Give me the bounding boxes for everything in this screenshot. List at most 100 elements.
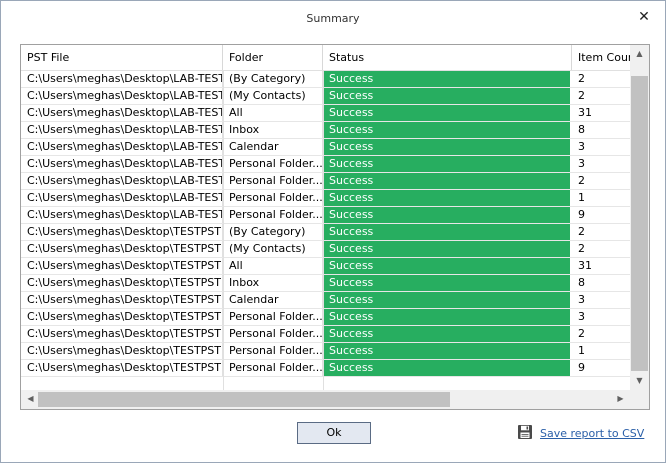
- folder-cell: Calendar: [223, 292, 323, 308]
- table-row[interactable]: C:\Users\meghas\Desktop\LAB-TEST.... Pers…: [21, 156, 630, 173]
- item-count-cell: 9: [578, 361, 585, 374]
- item-count-cell: 31: [578, 106, 592, 119]
- status-cell: Success: [323, 207, 571, 223]
- pst-file-cell: C:\Users\meghas\Desktop\LAB-TEST....: [21, 122, 223, 138]
- item-count-cell: 31: [578, 259, 592, 272]
- table-row[interactable]: C:\Users\meghas\Desktop\TESTPST .... (By …: [21, 224, 630, 241]
- status-cell: Success: [323, 139, 571, 155]
- table-row[interactable]: C:\Users\meghas\Desktop\TESTPST .... (My …: [21, 241, 630, 258]
- item-count-cell: 1: [578, 344, 585, 357]
- status-cell: Success: [323, 360, 571, 376]
- table-row[interactable]: C:\Users\meghas\Desktop\TESTPST .... Pers…: [21, 343, 630, 360]
- pst-file-cell: C:\Users\meghas\Desktop\LAB-TEST....: [21, 173, 223, 189]
- item-count-cell: 2: [578, 72, 585, 85]
- horizontal-scroll-thumb[interactable]: [38, 392, 450, 407]
- status-cell: Success: [323, 156, 571, 172]
- pst-file-cell: C:\Users\meghas\Desktop\TESTPST ....: [21, 275, 223, 291]
- pst-file-cell: C:\Users\meghas\Desktop\TESTPST ....: [21, 241, 223, 257]
- ok-button[interactable]: Ok: [297, 422, 371, 444]
- table-row[interactable]: C:\Users\meghas\Desktop\TESTPST .... Pers…: [21, 309, 630, 326]
- folder-cell: (By Category): [223, 71, 323, 87]
- save-report-link[interactable]: Save report to CSV: [517, 424, 644, 442]
- folder-cell: Personal Folder....: [223, 190, 323, 206]
- pst-file-cell: C:\Users\meghas\Desktop\LAB-TEST....: [21, 88, 223, 104]
- table-row[interactable]: C:\Users\meghas\Desktop\LAB-TEST.... Pers…: [21, 173, 630, 190]
- pst-file-cell: C:\Users\meghas\Desktop\TESTPST ....: [21, 292, 223, 308]
- pst-file-cell: C:\Users\meghas\Desktop\TESTPST ....: [21, 309, 223, 325]
- close-icon[interactable]: ✕: [637, 10, 651, 24]
- column-header-item-count[interactable]: Item Count: [572, 45, 632, 70]
- column-header-status[interactable]: Status: [323, 45, 572, 70]
- table-row[interactable]: C:\Users\meghas\Desktop\TESTPST .... Inbo…: [21, 275, 630, 292]
- item-count-cell: 2: [578, 174, 585, 187]
- table-row[interactable]: C:\Users\meghas\Desktop\LAB-TEST.... (My …: [21, 88, 630, 105]
- table-row[interactable]: C:\Users\meghas\Desktop\TESTPST .... Pers…: [21, 360, 630, 377]
- item-count-cell: 2: [578, 327, 585, 340]
- folder-cell: Calendar: [223, 139, 323, 155]
- item-count-cell: 3: [578, 140, 585, 153]
- scrollbar-corner: [630, 390, 649, 409]
- folder-cell: Inbox: [223, 275, 323, 291]
- folder-cell: Personal Folder....: [223, 360, 323, 376]
- table-row[interactable]: C:\Users\meghas\Desktop\LAB-TEST.... (By …: [21, 71, 630, 88]
- table-row[interactable]: C:\Users\meghas\Desktop\LAB-TEST.... All S…: [21, 105, 630, 122]
- item-count-cell: 9: [578, 208, 585, 221]
- column-divider: [223, 71, 224, 393]
- item-count-cell: 8: [578, 123, 585, 136]
- folder-cell: Personal Folder....: [223, 343, 323, 359]
- table-row[interactable]: C:\Users\meghas\Desktop\TESTPST .... All S…: [21, 258, 630, 275]
- vertical-scroll-thumb[interactable]: [631, 76, 648, 371]
- status-cell: Success: [323, 71, 571, 87]
- table-row[interactable]: C:\Users\meghas\Desktop\LAB-TEST.... Inbo…: [21, 122, 630, 139]
- folder-cell: Inbox: [223, 122, 323, 138]
- status-cell: Success: [323, 122, 571, 138]
- table-header: PST File Folder Status Item Count: [21, 45, 632, 71]
- pst-file-cell: C:\Users\meghas\Desktop\LAB-TEST....: [21, 105, 223, 121]
- column-header-folder[interactable]: Folder: [223, 45, 323, 70]
- status-cell: Success: [323, 258, 571, 274]
- pst-file-cell: C:\Users\meghas\Desktop\LAB-TEST....: [21, 71, 223, 87]
- status-cell: Success: [323, 173, 571, 189]
- pst-file-cell: C:\Users\meghas\Desktop\TESTPST ....: [21, 360, 223, 376]
- scroll-up-icon[interactable]: ▲: [630, 49, 649, 58]
- item-count-cell: 8: [578, 276, 585, 289]
- status-cell: Success: [323, 275, 571, 291]
- table-row[interactable]: C:\Users\meghas\Desktop\LAB-TEST.... Cale…: [21, 139, 630, 156]
- status-cell: Success: [323, 190, 571, 206]
- status-cell: Success: [323, 309, 571, 325]
- horizontal-scrollbar[interactable]: ◀ ▶: [21, 390, 630, 409]
- status-cell: Success: [323, 241, 571, 257]
- column-divider: [323, 71, 324, 393]
- folder-cell: Personal Folder....: [223, 207, 323, 223]
- floppy-disk-icon: [517, 424, 533, 443]
- folder-cell: All: [223, 258, 323, 274]
- table-row[interactable]: C:\Users\meghas\Desktop\LAB-TEST.... Pers…: [21, 190, 630, 207]
- scroll-right-icon[interactable]: ▶: [611, 394, 630, 403]
- table-row[interactable]: C:\Users\meghas\Desktop\TESTPST .... Pers…: [21, 326, 630, 343]
- pst-file-cell: C:\Users\meghas\Desktop\TESTPST ....: [21, 326, 223, 342]
- pst-file-cell: C:\Users\meghas\Desktop\TESTPST ....: [21, 258, 223, 274]
- summary-table: PST File Folder Status Item Count C:\Use…: [20, 44, 650, 410]
- column-header-pst-file[interactable]: PST File: [21, 45, 223, 70]
- status-cell: Success: [323, 292, 571, 308]
- item-count-cell: 1: [578, 191, 585, 204]
- item-count-cell: 2: [578, 89, 585, 102]
- status-cell: Success: [323, 224, 571, 240]
- table-row[interactable]: C:\Users\meghas\Desktop\TESTPST .... Cale…: [21, 292, 630, 309]
- save-report-label[interactable]: Save report to CSV: [540, 427, 644, 440]
- dialog-title: Summary: [306, 12, 360, 25]
- status-cell: Success: [323, 88, 571, 104]
- folder-cell: (By Category): [223, 224, 323, 240]
- table-body: C:\Users\meghas\Desktop\LAB-TEST.... (By …: [21, 71, 630, 377]
- table-row[interactable]: C:\Users\meghas\Desktop\LAB-TEST.... Pers…: [21, 207, 630, 224]
- summary-dialog: Summary ✕ PST File Folder Status Item Co…: [0, 0, 666, 463]
- folder-cell: All: [223, 105, 323, 121]
- scroll-down-icon[interactable]: ▼: [630, 376, 649, 385]
- folder-cell: Personal Folder....: [223, 326, 323, 342]
- item-count-cell: 3: [578, 293, 585, 306]
- pst-file-cell: C:\Users\meghas\Desktop\TESTPST ....: [21, 224, 223, 240]
- folder-cell: Personal Folder....: [223, 173, 323, 189]
- vertical-scrollbar[interactable]: ▲ ▼: [630, 45, 649, 390]
- folder-cell: Personal Folder....: [223, 309, 323, 325]
- pst-file-cell: C:\Users\meghas\Desktop\LAB-TEST....: [21, 207, 223, 223]
